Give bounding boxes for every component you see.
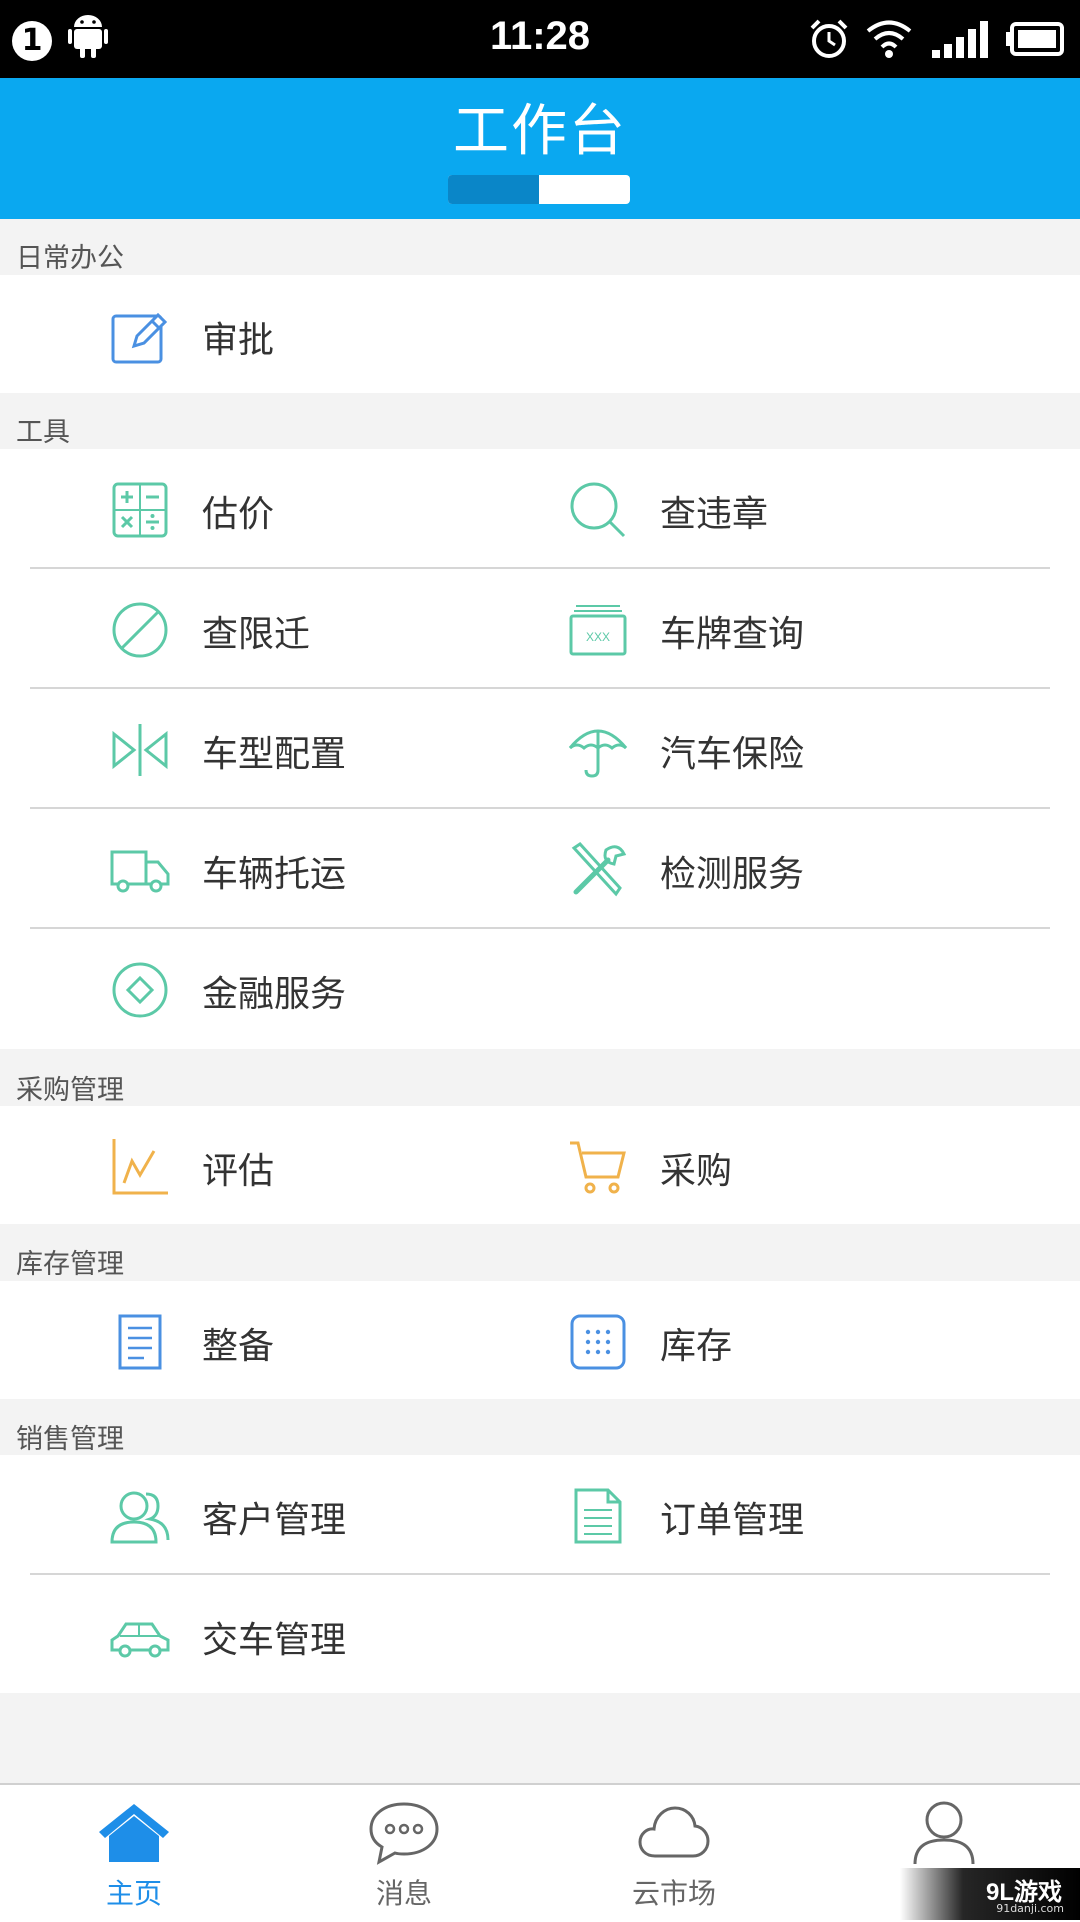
section-label-inventory: 库存管理 [16, 1249, 124, 1280]
home-icon [99, 1804, 169, 1862]
diamond-icon [112, 962, 168, 1018]
item-label: 车辆托运 [202, 854, 347, 895]
row: 整备 库存 [0, 1281, 1080, 1399]
item-stock[interactable]: 库存 [568, 1281, 1078, 1401]
item-label: 审批 [202, 320, 275, 361]
section-label-purchase: 采购管理 [16, 1075, 124, 1106]
progress-bar [448, 175, 630, 204]
section-label-daily: 日常办公 [16, 243, 124, 274]
cloud-icon [638, 1806, 710, 1858]
clock: 11:28 [489, 14, 591, 58]
item-restriction-check[interactable]: 查限迁 [110, 569, 620, 689]
row: 评估 采购 [0, 1106, 1080, 1224]
section-daily: 审批 [0, 275, 1080, 393]
item-label: 订单管理 [660, 1500, 805, 1541]
item-finance[interactable]: 金融服务 [110, 929, 620, 1049]
item-label: 查违章 [660, 494, 769, 535]
item-label: 评估 [202, 1151, 275, 1192]
item-label: 客户管理 [202, 1500, 347, 1541]
section-label-sales: 销售管理 [16, 1424, 124, 1455]
row: 交车管理 [0, 1575, 1080, 1693]
item-label: 采购 [660, 1151, 733, 1192]
row: 客户管理 订单管理 [0, 1455, 1080, 1575]
status-bar: 1 11:28 [0, 0, 1080, 78]
item-insurance[interactable]: 汽车保险 [568, 689, 1078, 809]
item-preparation[interactable]: 整备 [110, 1281, 620, 1401]
signal-icon [932, 21, 988, 58]
item-inspection[interactable]: 检测服务 [568, 809, 1078, 929]
row: 车型配置 汽车保险 [0, 689, 1080, 809]
alarm-icon [810, 19, 848, 58]
grid-dots-icon [570, 1314, 626, 1370]
watermark-site: 91danji.com [996, 1902, 1064, 1915]
item-label: 金融服务 [202, 974, 347, 1015]
document-icon [574, 1488, 622, 1544]
tools-icon [571, 842, 627, 897]
edit-icon [111, 312, 168, 364]
item-shipping[interactable]: 车辆托运 [110, 809, 620, 929]
item-orders[interactable]: 订单管理 [568, 1455, 1078, 1575]
umbrella-icon [568, 729, 628, 778]
item-label: 整备 [202, 1326, 275, 1367]
car-icon [110, 1622, 170, 1658]
battery-icon [1006, 22, 1064, 56]
item-label: 车型配置 [202, 734, 347, 775]
user-icon [913, 1801, 975, 1865]
section-inventory: 整备 库存 [0, 1281, 1080, 1399]
item-approval[interactable]: 审批 [110, 275, 620, 395]
row: 车辆托运 检测服务 [0, 809, 1080, 929]
item-label: 库存 [660, 1326, 733, 1367]
prohibited-icon [112, 602, 168, 658]
tab-cloud-market[interactable]: 云市场 [574, 1785, 774, 1922]
calculator-icon [112, 482, 168, 538]
cart-icon [570, 1141, 626, 1194]
row: 查限迁 XXX 车牌查询 [0, 569, 1080, 689]
item-label: 车牌查询 [660, 614, 805, 655]
row: 审批 [0, 275, 1080, 393]
section-purchase: 评估 采购 [0, 1106, 1080, 1224]
watermark: 9L游戏 91danji.com [900, 1868, 1080, 1920]
item-label: 估价 [202, 494, 275, 535]
item-label: 检测服务 [660, 854, 805, 895]
item-purchase[interactable]: 采购 [568, 1106, 1078, 1226]
item-violation-check[interactable]: 查违章 [568, 449, 1078, 569]
document-list-icon [118, 1314, 162, 1370]
tab-label: 主页 [105, 1877, 162, 1910]
tab-home[interactable]: 主页 [34, 1785, 234, 1922]
truck-icon [110, 850, 170, 893]
tab-label: 消息 [375, 1877, 432, 1910]
item-label: 汽车保险 [660, 734, 805, 775]
line-chart-icon [112, 1139, 168, 1195]
header-bar: 工作台 [0, 78, 1080, 219]
section-tools: 估价 查违章 查限迁 XXX 车牌查询 车型配置 汽车保险 车辆托运 检测服务 … [0, 449, 1080, 1049]
item-plate-query[interactable]: XXX 车牌查询 [568, 569, 1078, 689]
users-icon [110, 1491, 170, 1544]
item-model-config[interactable]: 车型配置 [110, 689, 620, 809]
section-sales: 客户管理 订单管理 交车管理 [0, 1455, 1080, 1693]
item-delivery[interactable]: 交车管理 [110, 1575, 620, 1695]
tab-label: 云市场 [631, 1877, 716, 1910]
chat-bubble-icon [369, 1802, 439, 1865]
wifi-icon [866, 20, 912, 58]
page-title: 工作台 [453, 99, 627, 164]
progress-fill [448, 175, 539, 204]
item-label: 查限迁 [202, 614, 311, 655]
row: 金融服务 [0, 929, 1080, 1049]
plate-text: XXX [586, 630, 610, 644]
item-customers[interactable]: 客户管理 [110, 1455, 620, 1575]
item-evaluate[interactable]: 评估 [110, 1106, 620, 1226]
license-plate-icon: XXX [569, 605, 627, 656]
section-label-tools: 工具 [16, 417, 70, 448]
item-label: 交车管理 [202, 1620, 347, 1661]
search-icon [570, 482, 626, 538]
item-estimate[interactable]: 估价 [110, 449, 620, 569]
tab-messages[interactable]: 消息 [304, 1785, 504, 1922]
row: 估价 查违章 [0, 449, 1080, 569]
compare-icon [112, 724, 168, 776]
